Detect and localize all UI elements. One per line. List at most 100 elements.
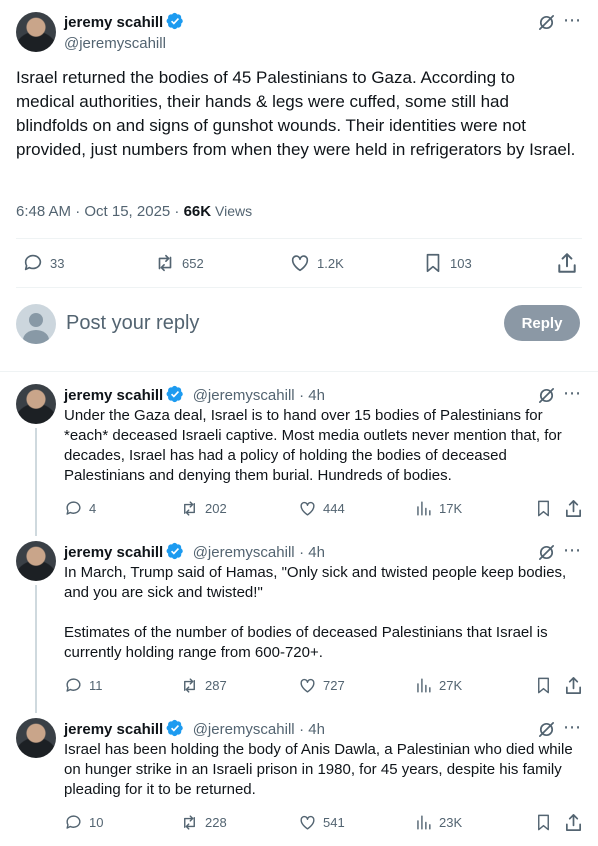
heart-icon bbox=[300, 678, 315, 693]
views-count: 17K bbox=[439, 501, 463, 516]
reply-button[interactable]: Reply bbox=[504, 305, 580, 341]
views-label: Views bbox=[211, 203, 253, 219]
heart-icon bbox=[291, 255, 309, 272]
bookmark-action[interactable] bbox=[534, 813, 553, 837]
verified-badge-icon bbox=[166, 542, 184, 560]
reply-avatar[interactable] bbox=[16, 718, 56, 758]
grok-icon[interactable] bbox=[537, 13, 556, 37]
analytics-icon bbox=[417, 501, 431, 516]
reply-author-handle[interactable]: @jeremyscahill bbox=[193, 544, 295, 561]
bookmark-count: 103 bbox=[450, 255, 472, 271]
more-options-icon[interactable]: ⋯ bbox=[563, 383, 582, 404]
repost-icon bbox=[184, 815, 195, 830]
thread-line bbox=[35, 585, 37, 713]
reply-time[interactable]: · 4h bbox=[299, 544, 325, 561]
author-info: jeremy scahill @jeremyscahill bbox=[64, 12, 184, 52]
more-options-icon[interactable]: ⋯ bbox=[563, 717, 582, 738]
analytics-icon bbox=[417, 678, 431, 693]
reply-header: jeremy scahill @jeremyscahill · 4h bbox=[64, 542, 325, 562]
reply-avatar[interactable] bbox=[16, 384, 56, 424]
reply-avatar[interactable] bbox=[16, 541, 56, 581]
bookmark-action[interactable]: 103 bbox=[422, 252, 472, 274]
views-action[interactable]: 17K bbox=[414, 499, 462, 518]
bookmark-icon bbox=[538, 814, 549, 831]
repost-count: 287 bbox=[205, 678, 227, 693]
tweet-text: Israel returned the bodies of 45 Palesti… bbox=[16, 68, 576, 159]
repost-action[interactable]: 228 bbox=[180, 813, 227, 832]
bookmark-action[interactable] bbox=[534, 499, 553, 523]
reply-action[interactable]: 10 bbox=[64, 813, 103, 832]
bookmark-icon bbox=[426, 253, 440, 273]
repost-count: 228 bbox=[205, 815, 227, 830]
share-action[interactable] bbox=[564, 813, 583, 837]
like-action[interactable]: 727 bbox=[298, 676, 345, 695]
tweet-timestamp[interactable]: 6:48 AM · Oct 15, 2025 · bbox=[16, 203, 184, 220]
like-action[interactable]: 541 bbox=[298, 813, 345, 832]
reply-icon bbox=[66, 815, 81, 829]
thread-line bbox=[35, 428, 37, 536]
repost-icon bbox=[158, 254, 172, 272]
verified-badge-icon bbox=[166, 719, 184, 737]
views-count: 66K bbox=[183, 203, 212, 220]
reply-paragraph: Estimates of the number of bodies of dec… bbox=[64, 624, 548, 661]
author-name[interactable]: jeremy scahill bbox=[64, 14, 163, 31]
like-count: 541 bbox=[323, 815, 345, 830]
like-count: 727 bbox=[323, 678, 345, 693]
reply-author-handle[interactable]: @jeremyscahill bbox=[193, 387, 295, 404]
repost-count: 652 bbox=[182, 255, 204, 271]
bookmark-action[interactable] bbox=[534, 676, 553, 700]
share-action[interactable] bbox=[556, 252, 578, 279]
reply-author-name[interactable]: jeremy scahill bbox=[64, 721, 163, 738]
repost-action[interactable]: 652 bbox=[154, 252, 204, 274]
reply-count: 11 bbox=[89, 678, 103, 693]
repost-icon bbox=[184, 678, 195, 693]
reply-text: Israel has been holding the body of Anis… bbox=[64, 741, 573, 798]
verified-badge-icon bbox=[166, 385, 184, 403]
repost-action[interactable]: 287 bbox=[180, 676, 227, 695]
like-count: 1.2K bbox=[317, 255, 344, 271]
reply-time[interactable]: · 4h bbox=[299, 387, 325, 404]
more-options-icon[interactable]: ⋯ bbox=[563, 10, 582, 31]
more-options-icon[interactable]: ⋯ bbox=[563, 540, 582, 561]
repost-count: 202 bbox=[205, 501, 227, 516]
reply-time[interactable]: · 4h bbox=[299, 721, 325, 738]
reply-author-name[interactable]: jeremy scahill bbox=[64, 544, 163, 561]
share-action[interactable] bbox=[564, 499, 583, 523]
share-icon bbox=[565, 677, 582, 694]
user-avatar[interactable] bbox=[16, 304, 56, 344]
like-count: 444 bbox=[323, 501, 345, 516]
share-action[interactable] bbox=[564, 676, 583, 700]
author-handle[interactable]: @jeremyscahill bbox=[64, 35, 184, 52]
repost-action[interactable]: 202 bbox=[180, 499, 227, 518]
heart-icon bbox=[300, 815, 315, 830]
analytics-icon bbox=[417, 815, 431, 830]
share-icon bbox=[558, 253, 576, 273]
bookmark-icon bbox=[538, 500, 549, 517]
reply-action[interactable]: 11 bbox=[64, 676, 103, 695]
views-action[interactable]: 23K bbox=[414, 813, 462, 832]
reply-author-handle[interactable]: @jeremyscahill bbox=[193, 721, 295, 738]
reply-icon bbox=[66, 501, 81, 515]
reply-count: 10 bbox=[89, 815, 104, 830]
like-action[interactable]: 444 bbox=[298, 499, 345, 518]
reply-text: Under the Gaza deal, Israel is to hand o… bbox=[64, 407, 562, 484]
share-icon bbox=[565, 814, 582, 831]
views-count: 23K bbox=[439, 815, 463, 830]
reply-author-name[interactable]: jeremy scahill bbox=[64, 387, 163, 404]
verified-badge-icon bbox=[166, 12, 184, 30]
bookmark-icon bbox=[538, 677, 549, 694]
reply-input[interactable]: Post your reply bbox=[66, 312, 199, 335]
views-action[interactable]: 27K bbox=[414, 676, 462, 695]
author-avatar[interactable] bbox=[16, 12, 56, 52]
reply-action[interactable]: 4 bbox=[64, 499, 96, 518]
divider bbox=[16, 287, 582, 288]
like-action[interactable]: 1.2K bbox=[289, 252, 344, 274]
divider bbox=[0, 371, 598, 372]
tweet-meta: 6:48 AM · Oct 15, 2025 · 66K Views bbox=[16, 203, 252, 220]
reply-count: 33 bbox=[50, 255, 65, 271]
reply-count: 4 bbox=[89, 501, 97, 516]
reply-header: jeremy scahill @jeremyscahill · 4h bbox=[64, 719, 325, 739]
repost-icon bbox=[184, 501, 195, 516]
reply-action[interactable]: 33 bbox=[22, 252, 64, 274]
reply-icon bbox=[24, 254, 42, 271]
